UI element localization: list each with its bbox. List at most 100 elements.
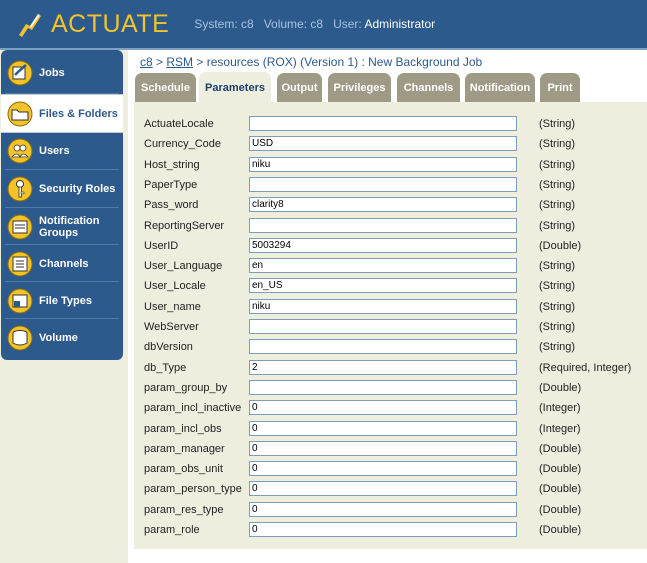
param-type: (String)	[539, 219, 576, 232]
sidebar-item-security-roles[interactable]: Security Roles	[1, 170, 123, 207]
param-input-param-group-by[interactable]	[249, 379, 517, 395]
channels-icon	[7, 251, 33, 276]
param-row-param-incl-obs: param_incl_obs (Integer)	[134, 419, 647, 439]
param-row-param-res-type: param_res_type (Double)	[134, 500, 647, 520]
tab-parameters[interactable]: Parameters	[199, 72, 271, 103]
tab-print[interactable]: Print	[540, 73, 580, 103]
param-type: (Double)	[539, 381, 582, 394]
user-value: Administrator	[364, 17, 436, 31]
sidebar-item-users[interactable]: Users	[1, 132, 123, 169]
param-type: (Double)	[539, 239, 582, 252]
param-type: (String)	[539, 341, 576, 354]
param-label: ActuateLocale	[144, 118, 214, 130]
param-label: db_Type	[144, 361, 187, 374]
param-input-host-string[interactable]	[249, 156, 517, 172]
param-type: (String)	[539, 138, 576, 151]
sidebar-item-channels[interactable]: Channels	[1, 245, 123, 282]
breadcrumb-link-rsm[interactable]: RSM	[166, 55, 193, 69]
param-row-user-locale: User_Locale (String)	[134, 276, 647, 296]
breadcrumb: c8 > RSM > resources (ROX) (Version 1) :…	[140, 55, 482, 69]
tab-output[interactable]: Output	[277, 73, 322, 103]
param-input-param-person-type[interactable]	[249, 481, 517, 497]
sidebar-item-files-folders[interactable]: Files & Folders	[1, 94, 123, 133]
param-type: (String)	[539, 158, 576, 171]
param-row-reportingserver: ReportingServer (String)	[134, 216, 647, 236]
sidebar-item-label: Jobs	[39, 66, 65, 79]
param-label: param_person_type	[144, 483, 242, 496]
breadcrumb-separator: >	[156, 55, 164, 69]
tab-notification[interactable]: Notification	[465, 73, 535, 103]
sidebar-item-label: Notification Groups	[39, 214, 100, 239]
param-input-param-incl-obs[interactable]	[249, 420, 517, 436]
param-row-param-obs-unit: param_obs_unit (Double)	[134, 459, 647, 479]
param-input-user-locale[interactable]	[249, 278, 517, 294]
param-input-param-manager[interactable]	[249, 440, 517, 456]
param-type: (String)	[539, 321, 576, 333]
param-row-param-incl-inactive: param_incl_inactive (Integer)	[134, 398, 647, 418]
key-icon	[7, 176, 33, 201]
param-input-user-name[interactable]	[249, 298, 517, 314]
param-input-param-res-type[interactable]	[249, 501, 517, 517]
volume-icon	[7, 325, 33, 350]
param-input-reportingserver[interactable]	[249, 217, 517, 233]
param-row-webserver: WebServer (String)	[134, 317, 647, 337]
param-input-userid[interactable]	[249, 237, 517, 253]
sidebar-item-file-types[interactable]: File Types	[1, 282, 123, 319]
param-label: param_incl_inactive	[144, 402, 242, 415]
param-input-webserver[interactable]	[249, 319, 517, 334]
param-label: User_Language	[144, 260, 223, 273]
param-label: dbVersion	[144, 341, 193, 354]
param-type: (String)	[539, 260, 576, 273]
sidebar-item-label: File Types	[39, 294, 92, 307]
breadcrumb-current: > resources (ROX) (Version 1) : New Back…	[196, 55, 483, 69]
param-label: User_Locale	[144, 280, 206, 293]
param-input-dbversion[interactable]	[249, 339, 517, 355]
param-input-currency-code[interactable]	[249, 136, 517, 152]
param-input-papertype[interactable]	[249, 176, 517, 192]
param-type: (Integer)	[539, 422, 581, 435]
user-label: User:	[333, 17, 362, 31]
param-row-user-name: User_name (String)	[134, 297, 647, 317]
param-label: Currency_Code	[144, 138, 222, 151]
param-row-user-language: User_Language (String)	[134, 256, 647, 276]
notification-icon	[7, 214, 33, 239]
param-row-userid: UserID (Double)	[134, 236, 647, 256]
param-row-param-manager: param_manager (Double)	[134, 439, 647, 459]
param-row-papertype: PaperType (String)	[134, 175, 647, 195]
param-row-pass-word: Pass_word (String)	[134, 195, 647, 215]
param-label: param_res_type	[144, 503, 224, 516]
param-input-param-incl-inactive[interactable]	[249, 400, 517, 416]
param-input-actuatelocale[interactable]	[249, 116, 517, 131]
param-label: param_manager	[144, 442, 225, 455]
param-input-param-obs-unit[interactable]	[249, 461, 517, 477]
tab-channels[interactable]: Channels	[397, 73, 460, 103]
sidebar-item-volume[interactable]: Volume	[1, 319, 123, 356]
param-label: Pass_word	[144, 199, 199, 212]
param-label: UserID	[144, 239, 179, 252]
param-row-param-group-by: param_group_by (Double)	[134, 378, 647, 398]
param-input-param-role[interactable]	[249, 522, 517, 537]
file-types-icon	[7, 288, 33, 313]
param-type: (Required, Integer)	[539, 361, 632, 374]
param-row-currency-code: Currency_Code (String)	[134, 134, 647, 154]
users-icon	[7, 138, 33, 163]
param-row-param-person-type: param_person_type (Double)	[134, 479, 647, 499]
tab-schedule[interactable]: Schedule	[135, 73, 196, 103]
param-label: param_obs_unit	[144, 463, 223, 476]
param-input-db-type[interactable]	[249, 359, 517, 375]
sidebar-item-jobs[interactable]: Jobs	[1, 54, 123, 91]
tab-privileges[interactable]: Privileges	[328, 73, 391, 103]
sidebar-item-label: Channels	[39, 257, 89, 270]
sidebar-item-label: Users	[39, 144, 70, 157]
param-type: (Double)	[539, 524, 582, 536]
param-input-user-language[interactable]	[249, 258, 517, 274]
sidebar-item-notification-groups[interactable]: Notification Groups	[1, 208, 123, 245]
param-row-db-type: db_Type (Required, Integer)	[134, 358, 647, 378]
volume-label: Volume:	[263, 17, 308, 31]
app-header: ACTUATE System: c8 Volume: c8 User: Admi…	[0, 0, 647, 48]
param-input-pass-word[interactable]	[249, 197, 517, 213]
param-label: User_name	[144, 300, 201, 313]
param-label: PaperType	[144, 178, 198, 191]
parameters-panel: ActuateLocale (String) Currency_Code (St…	[134, 102, 647, 549]
breadcrumb-link-c8[interactable]: c8	[140, 55, 153, 69]
